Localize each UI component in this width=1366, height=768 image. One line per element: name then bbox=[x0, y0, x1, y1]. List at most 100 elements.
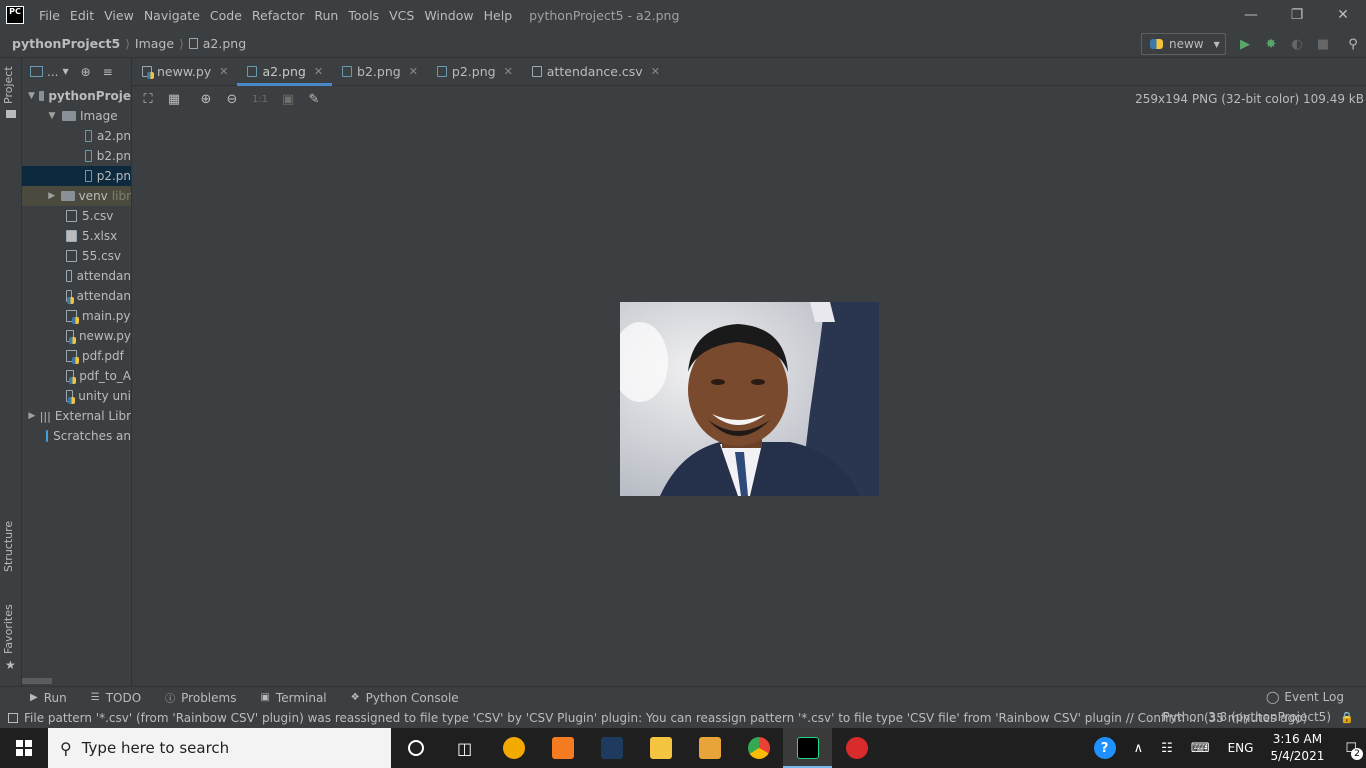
menu-help[interactable]: Help bbox=[479, 8, 518, 23]
close-icon[interactable]: ✕ bbox=[504, 65, 513, 78]
close-icon[interactable]: ✕ bbox=[409, 65, 418, 78]
interpreter-selector[interactable]: Python 3.8 (pythonProject5) bbox=[1163, 710, 1331, 724]
start-button[interactable] bbox=[0, 728, 48, 768]
project-view-selector[interactable]: ... ▼ bbox=[30, 65, 69, 79]
event-log-tool-button[interactable]: ◯ Event Log bbox=[1266, 690, 1344, 704]
network-icon[interactable]: ☷ bbox=[1161, 741, 1173, 756]
menu-view[interactable]: View bbox=[99, 8, 139, 23]
tree-file[interactable]: 55.csv bbox=[22, 246, 131, 266]
tree-file[interactable]: a2.pn bbox=[22, 126, 131, 146]
close-icon[interactable]: ✕ bbox=[1320, 0, 1366, 30]
locate-icon[interactable]: ⊕ bbox=[81, 65, 91, 79]
collapse-all-icon[interactable]: ≡ bbox=[103, 65, 113, 79]
stop-icon[interactable]: ■ bbox=[1315, 36, 1331, 52]
breadcrumb-project[interactable]: pythonProject5 bbox=[12, 36, 120, 51]
tree-root[interactable]: ▼ pythonProje bbox=[22, 86, 131, 106]
run-configuration-select[interactable]: neww ▼ bbox=[1141, 33, 1226, 55]
tab-p2-png[interactable]: p2.png ✕ bbox=[427, 58, 522, 85]
chevron-right-icon[interactable]: ▶ bbox=[46, 191, 57, 201]
keyboard-icon[interactable]: ⌨ bbox=[1191, 741, 1210, 756]
zoom-in-icon[interactable]: ⊕ bbox=[198, 92, 214, 108]
run-icon[interactable]: ▶ bbox=[1237, 36, 1253, 52]
horizontal-scrollbar[interactable] bbox=[22, 678, 52, 684]
menu-vcs[interactable]: VCS bbox=[384, 8, 419, 23]
status-toggle-icon[interactable] bbox=[8, 713, 18, 723]
tree-file-label: unity uni bbox=[78, 389, 131, 403]
restore-icon[interactable]: ❐ bbox=[1274, 0, 1320, 30]
chevron-down-icon[interactable]: ▼ bbox=[28, 91, 35, 101]
tree-file[interactable]: neww.py bbox=[22, 326, 131, 346]
tree-folder-venv[interactable]: ▶ venv libr bbox=[22, 186, 131, 206]
taskbar-app-psiphon[interactable] bbox=[832, 728, 881, 768]
tree-file[interactable]: attendan bbox=[22, 286, 131, 306]
task-view-button[interactable]: ◫ bbox=[440, 728, 489, 768]
menu-code[interactable]: Code bbox=[205, 8, 247, 23]
taskbar-app-chrome[interactable] bbox=[734, 728, 783, 768]
taskbar-app-acrobat[interactable] bbox=[489, 728, 538, 768]
tree-file[interactable]: pdf_to_A bbox=[22, 366, 131, 386]
debug-icon[interactable]: ✸ bbox=[1263, 36, 1279, 52]
breadcrumb-file[interactable]: a2.png bbox=[203, 36, 246, 51]
close-icon[interactable]: ✕ bbox=[651, 65, 660, 78]
taskbar-app-editor[interactable] bbox=[587, 728, 636, 768]
minimize-icon[interactable]: — bbox=[1228, 0, 1274, 30]
clock[interactable]: 3:16 AM 5/4/2021 bbox=[1270, 731, 1324, 765]
taskbar-app-pdf[interactable] bbox=[538, 728, 587, 768]
terminal-tool-button[interactable]: ▣ Terminal bbox=[260, 691, 326, 705]
tree-file[interactable]: unity uni bbox=[22, 386, 131, 406]
tree-file[interactable]: b2.pn bbox=[22, 146, 131, 166]
taskbar-search-input[interactable]: ⚲ Type here to search bbox=[48, 728, 391, 768]
cortana-button[interactable] bbox=[391, 728, 440, 768]
python-console-tool-button[interactable]: ❖ Python Console bbox=[351, 691, 459, 705]
tree-file[interactable]: 5.xlsx bbox=[22, 226, 131, 246]
close-icon[interactable]: ✕ bbox=[219, 65, 228, 78]
status-message[interactable]: File pattern '*.csv' (from 'Rainbow CSV'… bbox=[24, 711, 1307, 725]
language-indicator[interactable]: ENG bbox=[1228, 741, 1254, 755]
tree-file[interactable]: 5.csv bbox=[22, 206, 131, 226]
tree-file-selected[interactable]: p2.pn bbox=[22, 166, 131, 186]
tree-scratches[interactable]: Scratches an bbox=[22, 426, 131, 446]
notifications-icon[interactable]: ☐ 2 bbox=[1345, 741, 1363, 760]
zoom-out-icon[interactable]: ⊖ bbox=[224, 92, 240, 108]
todo-tool-button[interactable]: ☰ TODO bbox=[91, 691, 141, 705]
menu-navigate[interactable]: Navigate bbox=[139, 8, 205, 23]
lock-icon[interactable]: 🔒 bbox=[1340, 711, 1354, 724]
menu-tools[interactable]: Tools bbox=[343, 8, 384, 23]
tree-folder-image[interactable]: ▼ Image bbox=[22, 106, 131, 126]
close-icon[interactable]: ✕ bbox=[314, 65, 323, 78]
tab-neww-py[interactable]: neww.py ✕ bbox=[132, 58, 237, 85]
help-icon[interactable]: ? bbox=[1093, 737, 1116, 759]
menu-edit[interactable]: Edit bbox=[65, 8, 99, 23]
fit-window-icon[interactable]: ▣ bbox=[280, 92, 296, 108]
coverage-icon[interactable]: ◐ bbox=[1289, 36, 1305, 52]
tree-external-libraries[interactable]: ▶ ||| External Libr bbox=[22, 406, 131, 426]
fit-zoom-icon[interactable]: ⛶ bbox=[140, 92, 156, 108]
tree-file[interactable]: pdf.pdf bbox=[22, 346, 131, 366]
run-tool-button[interactable]: ▶ Run bbox=[30, 691, 67, 705]
problems-tool-button[interactable]: ⓘ Problems bbox=[165, 690, 236, 706]
tab-b2-png[interactable]: b2.png ✕ bbox=[332, 58, 427, 85]
project-tool-button[interactable]: Project bbox=[2, 66, 15, 104]
pycharm-logo-icon[interactable]: PC bbox=[6, 6, 24, 24]
color-picker-icon[interactable]: ✎ bbox=[306, 92, 322, 108]
grid-icon[interactable]: ▦ bbox=[166, 92, 182, 108]
chevron-right-icon[interactable]: ▶ bbox=[28, 411, 36, 421]
tab-a2-png[interactable]: a2.png ✕ bbox=[237, 58, 332, 86]
favorites-tool-button[interactable]: Favorites bbox=[2, 604, 15, 654]
tree-file[interactable]: main.py bbox=[22, 306, 131, 326]
tab-attendance-csv[interactable]: attendance.csv ✕ bbox=[522, 58, 669, 85]
taskbar-app-reader[interactable] bbox=[685, 728, 734, 768]
taskbar-app-explorer[interactable] bbox=[636, 728, 685, 768]
menu-run[interactable]: Run bbox=[309, 8, 343, 23]
menu-window[interactable]: Window bbox=[419, 8, 478, 23]
menu-refactor[interactable]: Refactor bbox=[247, 8, 309, 23]
tree-file[interactable]: attendan bbox=[22, 266, 131, 286]
chevron-up-icon[interactable]: ∧ bbox=[1134, 741, 1144, 756]
menu-file[interactable]: File bbox=[34, 8, 65, 23]
structure-tool-button[interactable]: Structure bbox=[2, 521, 15, 572]
taskbar-app-pycharm[interactable] bbox=[783, 728, 832, 768]
breadcrumb-folder[interactable]: Image bbox=[135, 36, 174, 51]
actual-size-button[interactable]: 1:1 bbox=[250, 92, 270, 108]
search-icon[interactable]: ⚲ bbox=[1345, 36, 1361, 52]
chevron-down-icon[interactable]: ▼ bbox=[46, 111, 58, 121]
